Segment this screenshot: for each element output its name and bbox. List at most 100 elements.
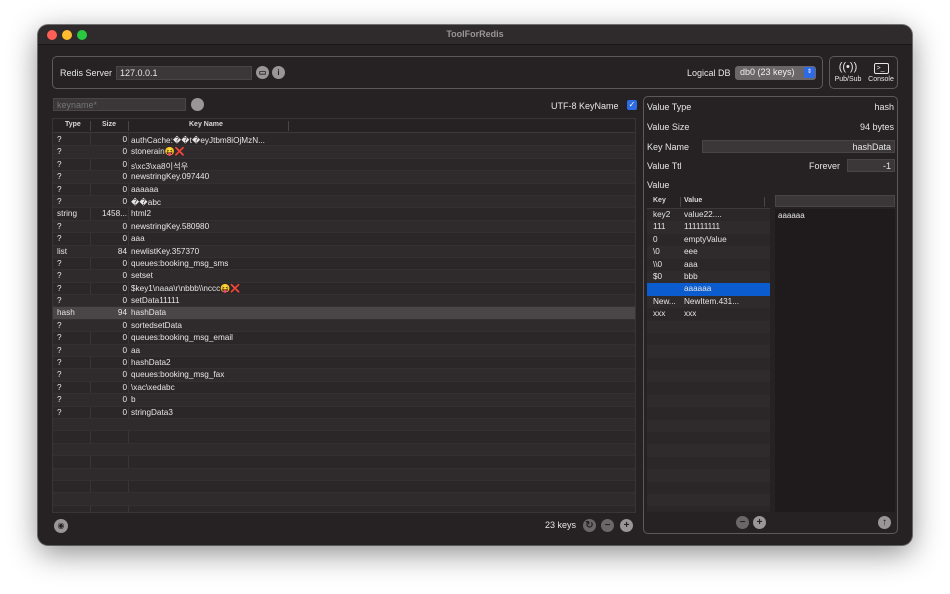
table-row[interactable]: list 84 newlistKey.357370 [53,245,635,258]
add-field-button[interactable]: + [753,516,766,529]
remove-key-button[interactable]: − [601,519,614,532]
hash-value-cell: xxx [684,309,697,319]
key-name-cell: stonerain😝❌ [131,147,186,157]
key-type-cell: string [57,209,78,219]
key-name-cell: hashData [131,308,167,318]
table-row[interactable]: ? 0 aaaaaa [53,184,635,196]
column-header-value[interactable]: Value [684,197,702,204]
hash-row[interactable]: \0 eee [647,246,770,259]
table-row[interactable]: hash 94 hashData [53,307,635,320]
empty-row [53,493,635,506]
table-row[interactable]: ? 0 queues:booking_msg_email [53,332,635,345]
hash-key-cell: \\0 [653,259,663,269]
utf8-keyname-checkbox[interactable]: ✓ [627,100,637,110]
value-editor[interactable]: aaaaaa [775,209,895,512]
add-key-button[interactable]: + [620,519,633,532]
key-search-input[interactable] [53,98,186,111]
console-label: Console [868,76,894,83]
save-value-button[interactable]: ↑ [878,516,891,529]
column-divider[interactable] [128,121,129,131]
logical-db-value: db0 (23 keys) [740,67,795,77]
console-button[interactable]: >_ Console [865,59,897,87]
empty-row [53,456,635,469]
key-size-cell: 0 [122,296,127,306]
key-type-cell: ? [57,184,62,194]
key-name-cell: setData11111 [131,296,180,306]
table-row[interactable]: ? 0 aa [53,344,635,358]
table-row[interactable]: ? 0 setData11111 [53,295,635,308]
value-search-field[interactable] [775,195,895,207]
key-type-cell: ? [57,296,62,306]
key-size-cell: 0 [122,147,127,157]
key-size-cell: 0 [122,407,127,417]
column-header-size[interactable]: Size [102,121,116,128]
hash-value-cell: aaaaaa [684,284,712,294]
empty-row [647,482,770,494]
column-divider[interactable] [288,121,289,131]
table-row[interactable]: ? 0 queues:booking_msg_sms [53,258,635,271]
table-row[interactable]: ? 0 setset [53,270,635,283]
hash-key-cell: New... [653,296,676,306]
refresh-icon[interactable]: ↻ [583,519,596,532]
table-row[interactable]: ? 0 newstringKey.580980 [53,220,635,234]
hash-field-table: Key Value key2 value22.... 111 111111111 0 em… [647,195,770,512]
hash-row[interactable]: \\0 aaa [647,259,770,271]
key-name-cell: $key1\naaa\r\nbbb\\nccc😝❌ [131,283,241,293]
utf8-keyname-label: UTF-8 KeyName [551,101,619,111]
hash-row[interactable]: $0 bbb [647,270,770,284]
table-row[interactable]: ? 0 hashData2 [53,357,635,370]
column-header-key[interactable]: Key [653,197,666,204]
table-row[interactable]: ? 0 queues:booking_msg_fax [53,369,635,382]
pubsub-button[interactable]: ((•)) Pub/Sub [832,59,864,87]
eye-icon[interactable]: ◉ [54,519,68,533]
redis-server-input[interactable] [116,66,252,80]
toolbar-box: ((•)) Pub/Sub >_ Console [829,56,898,89]
column-divider[interactable] [680,197,681,207]
logical-db-select[interactable]: db0 (23 keys) ⇕ [735,66,816,80]
column-header-type[interactable]: Type [65,121,81,128]
key-name-cell: s\xc3\xa8이석우 [131,161,189,171]
key-size-cell: 0 [122,221,127,231]
key-type-cell: ? [57,147,62,157]
hash-row[interactable]: 0 emptyValue [647,234,770,246]
empty-row [647,457,770,469]
hash-row[interactable]: xxx xxx [647,308,770,320]
remove-field-button[interactable]: − [736,516,749,529]
key-name-cell: hashData2 [131,358,171,368]
table-row[interactable]: ? 0 newstringKey.097440 [53,171,635,184]
key-type-cell: ? [57,345,62,355]
column-divider[interactable] [764,197,765,207]
search-icon[interactable] [191,98,204,111]
ttl-input[interactable] [847,159,895,172]
table-row[interactable]: ? 0 authCache:��t�eyJtbm8iOjMzN... [53,134,635,147]
table-row[interactable]: ? 0 $key1\naaa\r\nbbb\\nccc😝❌ [53,283,635,296]
hash-row[interactable]: 111 111111111 [647,221,770,234]
hash-row[interactable]: New... NewItem.431... [647,295,770,309]
table-row[interactable]: ? 0 ��abc [53,195,635,209]
key-size-cell: 0 [122,382,127,392]
key-size-cell: 0 [122,234,127,244]
column-header-key-name[interactable]: Key Name [189,121,223,128]
table-row[interactable]: ? 0 stringData3 [53,407,635,419]
table-row[interactable]: string 1458... html2 [53,208,635,221]
key-type-cell: ? [57,395,62,405]
table-row[interactable]: ? 0 aaa [53,233,635,246]
redis-server-label: Redis Server [60,68,113,78]
table-row[interactable]: ? 0 \xac\xedabc [53,382,635,395]
empty-row [647,320,770,333]
hash-row[interactable]: key2 value22.... [647,209,770,221]
key-type-cell: ? [57,258,62,268]
folder-icon[interactable]: ▭ [256,66,269,79]
column-divider[interactable] [90,121,91,131]
table-row[interactable]: ? 0 b [53,394,635,407]
hash-value-cell: 111111111 [684,222,721,232]
key-name-cell: newstringKey.580980 [131,221,210,231]
info-icon[interactable]: i [272,66,285,79]
table-row[interactable]: ? 0 s\xc3\xa8이석우 [53,159,635,172]
key-type-cell: ? [57,221,62,231]
hash-row[interactable]: aaaaaa [647,283,770,296]
table-row[interactable]: ? 0 stonerain😝❌ [53,146,635,159]
key-name-input[interactable] [702,140,895,153]
table-row[interactable]: ? 0 sortedsetData [53,319,635,333]
key-size-cell: 0 [122,196,127,206]
